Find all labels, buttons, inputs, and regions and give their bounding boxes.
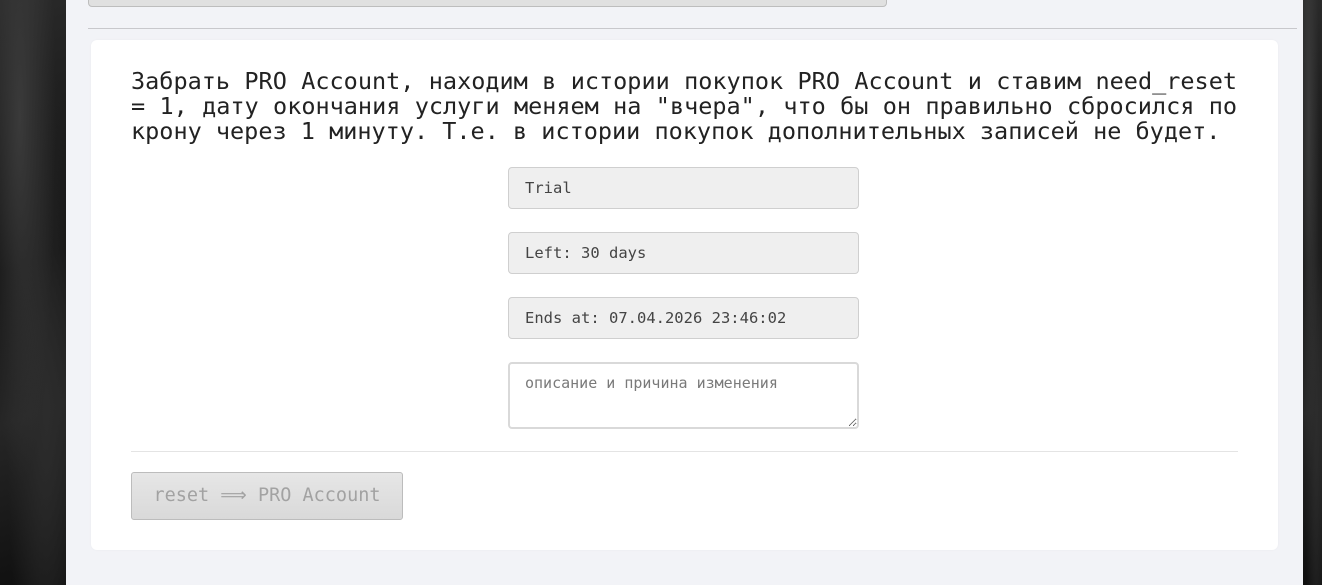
days-left-field: Left: 30 days [508, 232, 859, 274]
reset-pro-account-button[interactable]: reset ⟹ PRO Account [131, 472, 403, 520]
background-right [1303, 0, 1322, 585]
card-divider [131, 451, 1238, 452]
plan-field: Trial [508, 167, 859, 209]
main-content: Забрать PRO Account, находим в истории п… [66, 0, 1303, 585]
background-left [0, 0, 66, 585]
reason-textarea[interactable] [508, 362, 859, 429]
ends-at-field: Ends at: 07.04.2026 23:46:02 [508, 297, 859, 339]
reset-pro-account-card: Забрать PRO Account, находим в истории п… [91, 40, 1278, 550]
section-divider [88, 28, 1297, 29]
action-description: Забрать PRO Account, находим в истории п… [131, 67, 1237, 145]
previous-panel-edge [88, 0, 887, 7]
